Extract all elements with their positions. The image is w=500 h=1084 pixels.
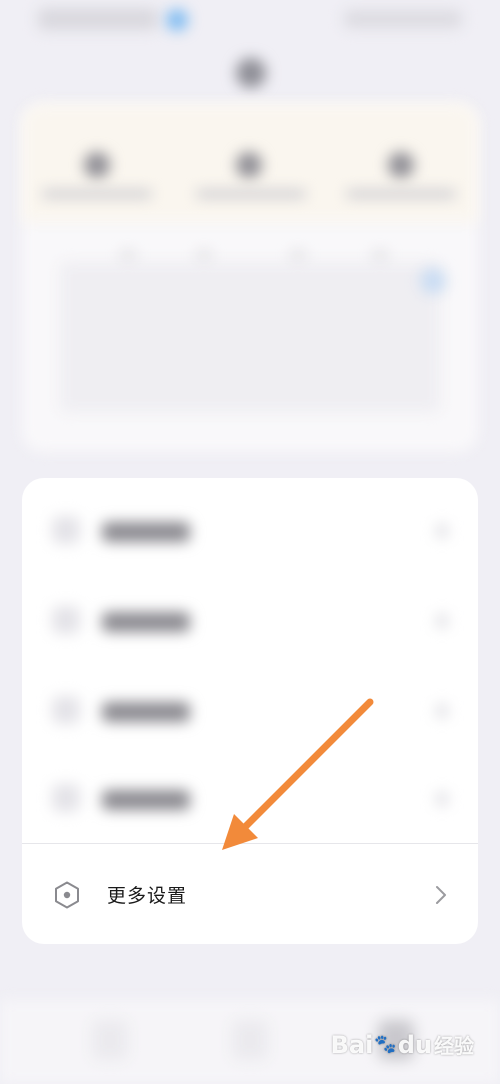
hexagon-settings-icon	[55, 881, 79, 909]
nav-item[interactable]	[92, 1020, 128, 1060]
paw-icon: 🐾	[374, 1034, 397, 1055]
list-item[interactable]	[22, 668, 478, 756]
chevron-right-icon	[436, 524, 448, 538]
watermark-suffix: du	[397, 1030, 432, 1059]
baidu-watermark: Bai 🐾 du 经验	[331, 1030, 474, 1059]
chart-marker-icon	[420, 268, 446, 294]
header-icon	[236, 58, 266, 88]
stat-label	[196, 190, 306, 198]
list-item-label	[102, 702, 190, 722]
chevron-right-icon	[436, 886, 446, 904]
settings-list-card: 更多设置	[22, 478, 478, 944]
stat-label	[346, 190, 456, 198]
list-item-icon	[52, 784, 80, 812]
chevron-right-icon	[436, 704, 448, 718]
list-item-icon	[52, 696, 80, 724]
more-settings-label: 更多设置	[107, 885, 188, 907]
stat-icon	[84, 152, 110, 178]
list-item-label	[102, 790, 190, 810]
nav-item[interactable]	[232, 1020, 268, 1060]
chart-tick	[120, 252, 136, 258]
stat-icon	[236, 152, 262, 178]
status-indicator-icon	[166, 9, 188, 31]
chevron-right-icon	[436, 614, 448, 628]
list-item-icon	[52, 516, 80, 544]
usage-chart	[60, 262, 440, 412]
list-item[interactable]	[22, 488, 478, 576]
chart-tick	[290, 252, 306, 258]
chevron-right-icon	[436, 792, 448, 806]
list-item-icon	[52, 606, 80, 634]
more-settings-item[interactable]: 更多设置	[22, 844, 478, 944]
stat-icon	[388, 152, 414, 178]
list-item[interactable]	[22, 578, 478, 666]
watermark-text: Bai	[330, 1030, 374, 1059]
chart-tick	[372, 252, 388, 258]
status-bar-right	[344, 10, 462, 28]
list-item-label	[102, 522, 190, 542]
stat-label	[42, 190, 152, 198]
list-item-label	[102, 612, 190, 632]
list-item[interactable]	[22, 756, 478, 844]
status-bar-time	[38, 8, 158, 30]
watermark-cn: 经验	[434, 1034, 474, 1058]
chart-tick	[196, 252, 212, 258]
